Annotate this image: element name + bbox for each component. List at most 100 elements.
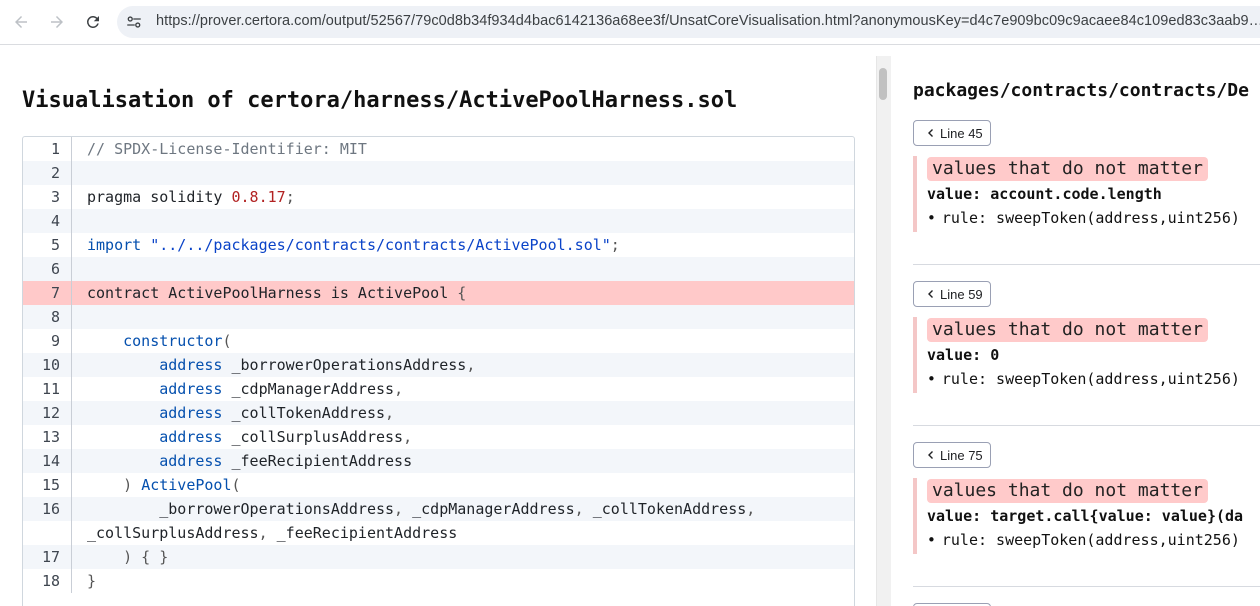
code-token: _feeRecipientAddress (222, 452, 413, 470)
code-line: 16 _borrowerOperationsAddress, _cdpManag… (23, 497, 854, 521)
code-token: _cdpManagerAddress (403, 500, 575, 518)
scrollbar-thumb[interactable] (879, 68, 887, 100)
line-link-button[interactable]: Line 75 (913, 442, 991, 468)
code-line: 18} (23, 569, 854, 593)
code-text: // SPDX-License-Identifier: MIT (72, 137, 367, 161)
status-tag: values that do not matter (927, 157, 1208, 181)
code-token: ActivePool (141, 476, 232, 494)
code-line: 3 pragma solidity 0.8.17; (23, 185, 854, 209)
page-title: Visualisation of certora/harness/ActiveP… (22, 88, 738, 113)
code-token: pragma solidity (87, 188, 232, 206)
code-token: ; (285, 188, 295, 206)
line-link-button[interactable]: Line 45 (913, 120, 991, 146)
code-line: 15 ) ActivePool( (23, 473, 854, 497)
code-token: , (403, 428, 413, 446)
line-number: 18 (23, 569, 72, 593)
line-number (23, 521, 72, 545)
code-token: , (258, 524, 268, 542)
code-token: _collSurplusAddress (87, 524, 259, 542)
url-text: https://prover.certora.com/output/52567/… (156, 13, 1260, 29)
code-token: 0.8.17 (231, 188, 286, 206)
code-token: , (385, 404, 395, 422)
code-token: address (159, 404, 223, 422)
reload-button[interactable] (79, 8, 107, 36)
code-text: constructor( (72, 329, 232, 353)
divider (913, 264, 1260, 265)
code-text: address _cdpManagerAddress, (72, 377, 403, 401)
line-number: 1 (23, 137, 72, 161)
code-token: } (87, 572, 97, 590)
back-button[interactable] (7, 8, 35, 36)
code-text: ​ (72, 209, 87, 233)
code-token: _borrowerOperationsAddress (222, 356, 467, 374)
value-text: value: target.call{value: value}(da (927, 507, 1244, 525)
code-text: } (72, 569, 96, 593)
code-text: address _feeRecipientAddress (72, 449, 412, 473)
code-token: , (746, 500, 756, 518)
code-line: 14 address _feeRecipientAddress (23, 449, 854, 473)
code-token: address (159, 428, 223, 446)
line-number: 12 (23, 401, 72, 425)
code-line: 11 address _cdpManagerAddress, (23, 377, 854, 401)
line-number: 16 (23, 497, 72, 521)
line-number: 6 (23, 257, 72, 281)
code-token: address (159, 452, 223, 470)
code-token: _collSurplusAddress (222, 428, 404, 446)
value-text: value: 0 (927, 346, 1000, 364)
code-token: _cdpManagerAddress (222, 380, 395, 398)
reload-icon (86, 15, 99, 28)
code-text: address _collTokenAddress, (72, 401, 394, 425)
address-bar[interactable]: https://prover.certora.com/output/52567/… (117, 6, 1260, 38)
code-line: 9 constructor( (23, 329, 854, 353)
code-text: contract ActivePoolHarness is ActivePool… (72, 281, 466, 305)
line-number: 17 (23, 545, 72, 569)
code-line: 2​ (23, 161, 854, 185)
line-number: 14 (23, 449, 72, 473)
code-line-highlighted: 7 contract ActivePoolHarness is ActivePoo… (23, 281, 854, 305)
line-number: 8 (23, 305, 72, 329)
line-number: 4 (23, 209, 72, 233)
code-line: 8​ (23, 305, 854, 329)
rule-text: rule: sweepToken(address,uint256) (941, 370, 1240, 388)
code-line: 6​ (23, 257, 854, 281)
line-number: 15 (23, 473, 72, 497)
scrollbar-track[interactable] (876, 56, 891, 606)
code-token: , (394, 500, 404, 518)
line-number: 3 (23, 185, 72, 209)
code-token: ) { } (123, 548, 169, 566)
chevron-left-icon (928, 129, 933, 137)
code-text: import "../../packages/contracts/contrac… (72, 233, 620, 257)
code-line: 4​ (23, 209, 854, 233)
code-token: , (574, 500, 584, 518)
code-token: _collTokenAddress (583, 500, 747, 518)
code-token: address (159, 356, 223, 374)
code-token: "../../packages/contracts/contracts/Acti… (150, 236, 611, 254)
bullet-icon: • (927, 209, 936, 227)
code-text: _borrowerOperationsAddress, _cdpManagerA… (72, 497, 755, 521)
line-number: 2 (23, 161, 72, 185)
code-token: import (87, 236, 151, 254)
code-token: // SPDX-License-Identifier: MIT (87, 140, 367, 158)
code-text: ​ (72, 305, 87, 329)
browser-toolbar: https://prover.certora.com/output/52567/… (0, 0, 1260, 45)
forward-button[interactable] (43, 8, 71, 36)
code-token: ( (222, 332, 232, 350)
site-settings-icon[interactable] (125, 13, 143, 31)
code-token: ) (123, 476, 133, 494)
line-link-button[interactable]: Line 59 (913, 281, 991, 307)
code-token: , (466, 356, 476, 374)
file-path-heading: packages/contracts/contracts/De (913, 80, 1249, 101)
rule-text: rule: sweepToken(address,uint256) (941, 209, 1240, 227)
divider (913, 586, 1260, 587)
code-text: address _collSurplusAddress, (72, 425, 412, 449)
line-number: 10 (23, 353, 72, 377)
rule-item: • rule: sweepToken(address,uint256) (927, 209, 1260, 227)
value-text: value: account.code.length (927, 185, 1162, 203)
status-tag: values that do not matter (927, 479, 1208, 503)
details-pane: packages/contracts/contracts/De Line 45 … (891, 46, 1260, 606)
detail-card: values that do not matter value: account… (913, 156, 1260, 232)
